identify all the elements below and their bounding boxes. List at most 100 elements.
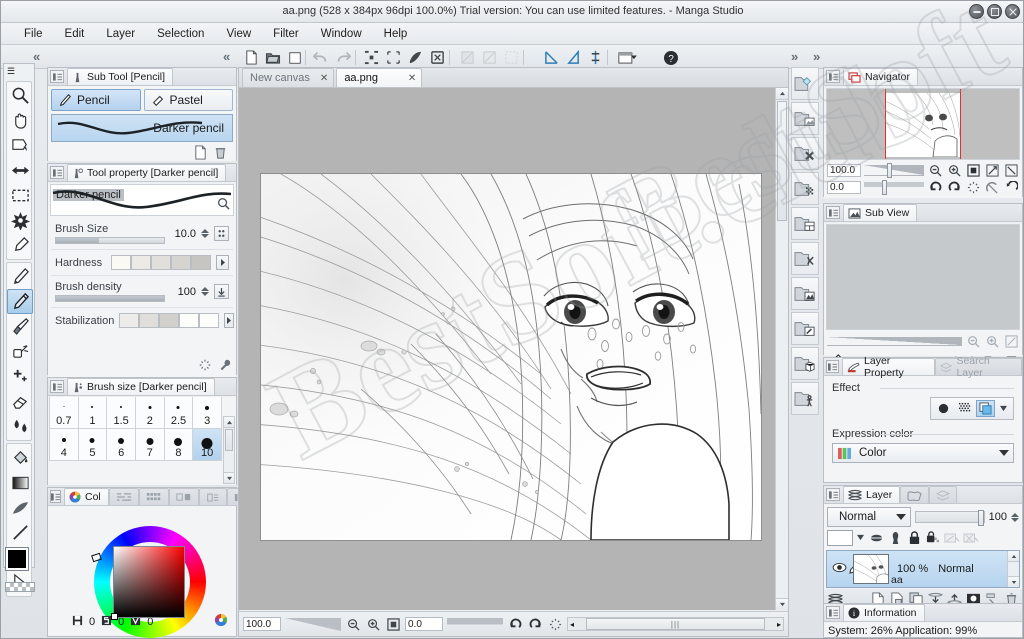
snap-symmetry-icon[interactable] (585, 48, 605, 67)
hand-tool[interactable] (7, 108, 33, 133)
gradient-tool[interactable] (7, 470, 33, 495)
brush-size-cell[interactable]: 0.7 (50, 397, 79, 429)
brush-size-cell[interactable]: 2.5 (165, 397, 194, 429)
clip-icon[interactable] (868, 531, 884, 546)
panel-menu-icon[interactable] (50, 70, 64, 83)
brush-size-cell[interactable]: 8 (165, 429, 194, 461)
brush-density-value[interactable]: 100 (170, 286, 196, 298)
rotate-tool[interactable] (7, 133, 33, 158)
menu-edit[interactable]: Edit (54, 25, 96, 43)
stabilization-seg-5[interactable] (199, 313, 219, 328)
stabilization-seg-2[interactable] (139, 313, 159, 328)
material-manga-icon[interactable] (791, 312, 819, 345)
chevron-down-icon[interactable] (896, 514, 906, 520)
mask-icon[interactable] (887, 531, 903, 546)
layer-opacity-stepper[interactable] (1011, 513, 1019, 522)
panel-menu-icon[interactable] (826, 70, 840, 83)
canvas-vertical-scrollbar[interactable] (775, 88, 788, 610)
material-pose-icon[interactable] (791, 382, 819, 415)
hardness-seg-3[interactable] (151, 255, 171, 270)
material-all-icon[interactable] (791, 67, 819, 100)
menu-file[interactable]: File (13, 25, 54, 43)
canvas-horizontal-scrollbar[interactable]: ◂ ||| ▸ (567, 617, 784, 631)
maximize-button[interactable] (987, 4, 1002, 19)
scroll-thumb[interactable] (225, 429, 233, 451)
brush-size-cell[interactable]: 1 (79, 397, 108, 429)
navigator-viewport-frame[interactable] (885, 89, 961, 159)
tone-effect-icon[interactable] (955, 400, 974, 417)
brush-size-cell[interactable]: 4 (50, 429, 79, 461)
sub-tool-group-pastel[interactable]: Pastel (144, 89, 234, 111)
flip-vertical-icon[interactable] (1003, 163, 1019, 178)
save-file-icon[interactable] (285, 48, 305, 67)
tab-layer-property[interactable]: Layer Property (842, 358, 935, 375)
brush-size-cell[interactable]: 1.5 (107, 397, 136, 429)
menu-view[interactable]: View (215, 25, 262, 43)
lock-transparency-icon[interactable] (925, 531, 941, 546)
fit-icon[interactable] (1003, 334, 1019, 349)
settings-icon[interactable] (218, 358, 232, 375)
invert-selection-icon[interactable] (405, 48, 425, 67)
tab-tool-property[interactable]: Tool property [Darker pencil] (67, 164, 226, 181)
close-icon[interactable]: ✕ (408, 73, 416, 84)
panel-menu-icon[interactable] (826, 488, 840, 501)
brush-density-stepper[interactable] (201, 287, 209, 296)
tab-intermediate-color[interactable] (169, 488, 199, 505)
menu-window[interactable]: Window (310, 25, 373, 43)
dropdown-icon[interactable] (856, 532, 865, 544)
foreground-color-swatch[interactable] (6, 548, 28, 570)
brush-tool[interactable] (7, 314, 33, 339)
sub-tool-group-pencil[interactable]: Pencil (51, 89, 141, 111)
brush-size-cell[interactable]: 3 (193, 397, 222, 429)
zoom-in-icon[interactable] (365, 617, 381, 632)
rotate-right-icon[interactable] (946, 180, 962, 195)
reset-rotation-icon[interactable] (965, 180, 981, 195)
rotate-free-icon[interactable] (1003, 180, 1019, 195)
tab-sub-view[interactable]: Sub View (843, 204, 917, 221)
menu-filter[interactable]: Filter (262, 25, 310, 43)
rotate-left-icon[interactable] (507, 617, 523, 632)
decoration-tool[interactable] (7, 364, 33, 389)
line-tool[interactable] (7, 520, 33, 545)
material-delete-icon[interactable] (791, 137, 819, 170)
scroll-down-icon[interactable] (224, 472, 234, 483)
navigator-zoom-value[interactable]: 100.0 (827, 164, 861, 177)
layer-name[interactable]: aa (891, 574, 903, 586)
help-icon[interactable]: ? (661, 48, 681, 67)
hardness-expand-icon[interactable] (216, 255, 229, 270)
zoom-out-icon[interactable] (927, 163, 943, 178)
layer-opacity-slider[interactable] (915, 511, 985, 523)
fit-icon[interactable] (385, 617, 401, 632)
brush-size-cell[interactable]: 5 (79, 429, 108, 461)
close-icon[interactable]: ✕ (320, 73, 328, 84)
mirror-icon[interactable] (984, 180, 1000, 195)
tab-color-set[interactable] (139, 488, 169, 505)
flip-horizontal-icon[interactable] (984, 163, 1000, 178)
snap-perspective-icon[interactable] (563, 48, 583, 67)
layer-opacity-value[interactable]: 100 (989, 511, 1007, 523)
scroll-left-icon[interactable]: ◂ (568, 620, 574, 629)
brush-size-scrollbar[interactable] (223, 416, 235, 484)
transform-icon[interactable] (427, 48, 447, 67)
tab-color-slider[interactable] (109, 488, 139, 505)
border-effect-icon[interactable] (934, 400, 953, 417)
panel-menu-icon[interactable] (50, 166, 64, 179)
pencil-tool[interactable] (7, 289, 33, 314)
minimize-button[interactable] (969, 4, 984, 19)
brush-size-cell[interactable]: 7 (136, 429, 165, 461)
zoom-in-icon[interactable] (984, 334, 1000, 349)
material-effect-icon[interactable] (791, 242, 819, 275)
canvas-viewport[interactable] (239, 88, 775, 610)
navigator-zoom-slider[interactable] (864, 165, 924, 176)
stabilization-seg-3[interactable] (159, 313, 179, 328)
command-bar-expander-left[interactable]: « (33, 49, 40, 64)
sub-view-zoom-slider[interactable] (827, 337, 962, 346)
rotate-right-icon[interactable] (527, 617, 543, 632)
figure-tool[interactable] (7, 495, 33, 520)
stabilization-seg-4[interactable] (179, 313, 199, 328)
zoom-tool[interactable] (7, 83, 33, 108)
rotation-slider[interactable] (447, 618, 503, 631)
tab-animation[interactable] (900, 486, 929, 503)
marquee-tool[interactable] (7, 183, 33, 208)
palette-color-icon[interactable] (827, 530, 853, 546)
